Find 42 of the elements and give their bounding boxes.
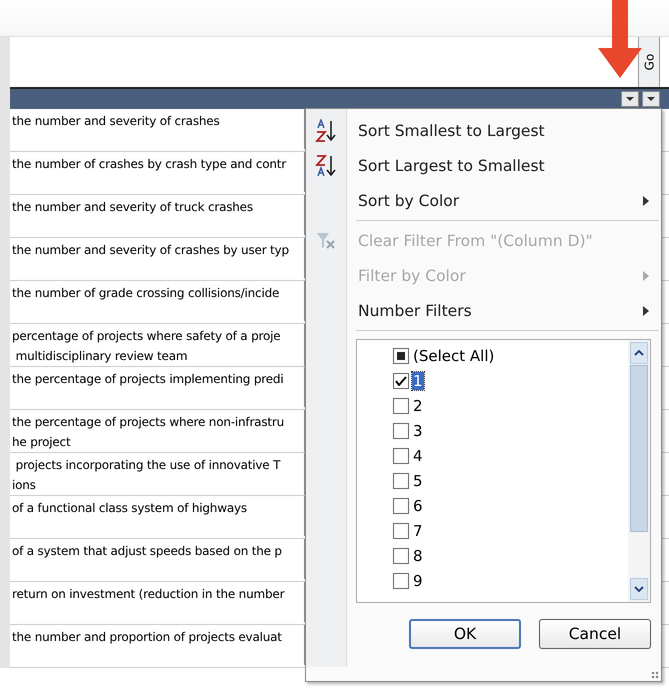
list-item[interactable]: 6 — [393, 493, 628, 518]
checkbox[interactable] — [393, 448, 409, 464]
sort-ascending-icon — [315, 118, 337, 142]
dialog-button[interactable]: Cancel — [539, 619, 651, 649]
checkbox[interactable] — [393, 498, 409, 514]
checkbox[interactable] — [393, 548, 409, 564]
caret-icon — [626, 97, 634, 101]
caret-icon — [647, 97, 655, 101]
list-item[interactable]: (Select All) — [393, 343, 628, 368]
submenu-arrow-icon — [643, 270, 649, 280]
checkbox[interactable] — [393, 398, 409, 414]
submenu-arrow-icon — [643, 306, 649, 316]
list-item[interactable]: 2 — [393, 393, 628, 418]
list-item[interactable]: 5 — [393, 468, 628, 493]
menu-item[interactable]: Sort Largest to Smallest — [306, 148, 661, 183]
list-item[interactable]: 9 — [393, 568, 628, 593]
list-item[interactable]: 8 — [393, 543, 628, 568]
checkbox[interactable] — [393, 572, 409, 588]
chevron-up-icon[interactable] — [634, 350, 644, 356]
chevron-down-icon[interactable] — [634, 586, 644, 592]
list-item[interactable]: 4 — [393, 443, 628, 468]
filter-dropdown-button[interactable] — [621, 91, 639, 107]
arrow-icon — [598, 0, 642, 80]
filter-dropdown-button[interactable] — [642, 91, 660, 107]
menu-item[interactable]: Sort Smallest to Largest — [306, 113, 661, 148]
dialog-button[interactable]: OK — [409, 619, 521, 649]
list-item[interactable]: 1 — [393, 368, 628, 393]
menu-item[interactable]: Number Filters — [306, 293, 661, 328]
checkbox[interactable] — [393, 372, 409, 388]
menu-item[interactable]: Sort by Color — [306, 183, 661, 218]
column-header: Go — [638, 37, 660, 87]
checkbox[interactable] — [393, 422, 409, 438]
submenu-arrow-icon — [643, 196, 649, 206]
list-item[interactable]: 3 — [393, 418, 628, 443]
checkbox[interactable] — [393, 472, 409, 488]
checkbox[interactable] — [393, 522, 409, 538]
scrollbar[interactable] — [628, 340, 650, 602]
checkbox[interactable] — [393, 348, 409, 364]
resize-grip-icon[interactable] — [651, 671, 659, 679]
clear-filter-icon — [316, 232, 336, 250]
list-item[interactable]: 7 — [393, 518, 628, 543]
sort-descending-icon — [315, 154, 337, 178]
